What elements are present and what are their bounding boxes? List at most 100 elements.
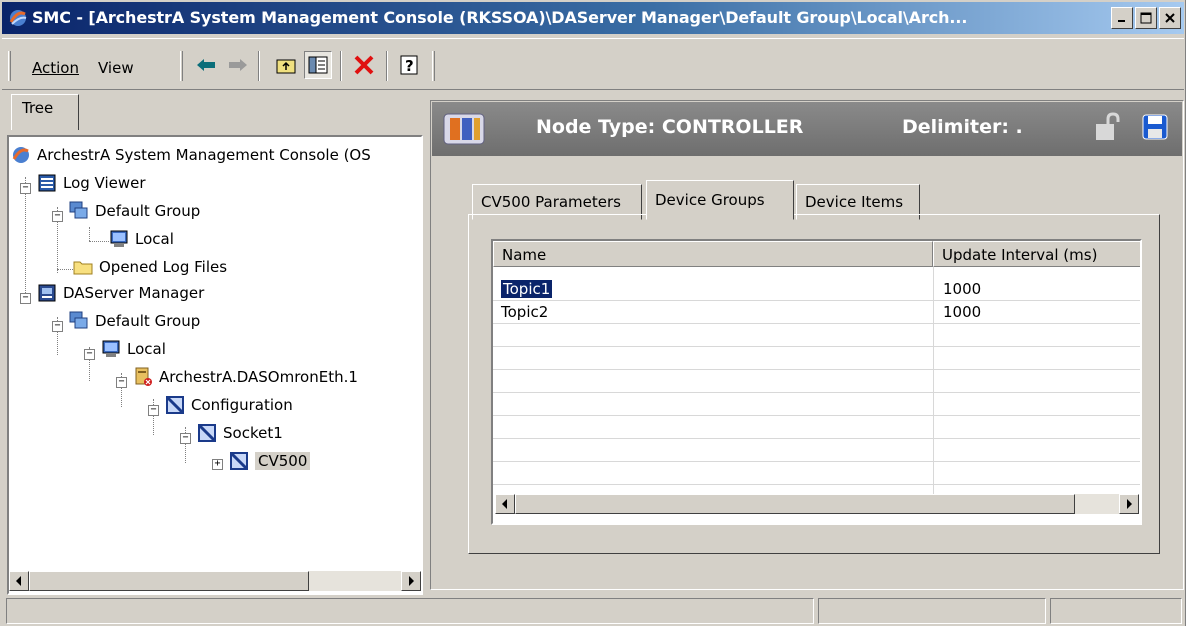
tab-tree[interactable]: Tree (11, 94, 79, 130)
tree-item-default-group[interactable]: Default Group (69, 197, 200, 225)
collapse-toggle[interactable]: − (20, 183, 31, 194)
maximize-icon (1140, 12, 1152, 24)
tree-item-cv500[interactable]: CV500 (229, 447, 311, 475)
daserver-manager-icon (38, 284, 56, 302)
computer-icon (110, 230, 128, 247)
tree-connector (57, 269, 73, 270)
toolbar-grip[interactable] (8, 51, 11, 81)
tree-item-label: Default Group (95, 202, 201, 220)
group-icon (69, 201, 88, 219)
title-bar[interactable]: SMC - [ArchestrA System Management Conso… (2, 2, 1184, 34)
help-icon: ? (400, 55, 418, 75)
tree-item-label: Opened Log Files (99, 258, 228, 276)
tree-item-label: ArchestrA System Management Console (OS (37, 146, 371, 164)
toolbar-separator (386, 51, 388, 81)
scroll-thumb[interactable] (29, 571, 309, 591)
status-panel-main (6, 598, 814, 624)
menu-toolbar: Action View ? (2, 38, 1184, 90)
maximize-button[interactable] (1135, 7, 1157, 29)
collapse-toggle[interactable]: − (52, 321, 63, 332)
collapse-toggle[interactable]: − (52, 211, 63, 222)
tab-label: CV500 Parameters (481, 193, 621, 211)
help-button[interactable]: ? (396, 51, 424, 79)
collapse-toggle[interactable]: − (180, 433, 191, 444)
svg-text:?: ? (405, 57, 414, 75)
tab-tree-label: Tree (22, 99, 54, 117)
back-arrow-icon (197, 59, 215, 71)
tree-item-configuration[interactable]: Configuration (165, 391, 293, 419)
show-hide-tree-button[interactable] (304, 51, 332, 79)
node-type-icon (443, 113, 485, 145)
tree-item-local[interactable]: Local (109, 225, 174, 253)
arrow-left-icon (16, 576, 21, 586)
tab-device-groups[interactable]: Device Groups (646, 180, 794, 220)
delete-button[interactable] (350, 51, 378, 79)
group-icon (69, 311, 88, 329)
delimiter-label: Delimiter: . (902, 116, 1023, 138)
status-panel-secondary (818, 598, 1046, 624)
delete-icon (354, 55, 374, 75)
menu-view[interactable]: View (98, 59, 134, 77)
toolbar-separator (258, 51, 260, 81)
minimize-icon (1118, 20, 1125, 22)
unlock-icon[interactable] (1092, 112, 1122, 142)
status-panel-tertiary (1050, 598, 1182, 624)
toolbar-separator (340, 51, 342, 81)
tree-item-daserver[interactable]: ArchestrA.DASOmronEth.1 (133, 363, 358, 391)
toolbar-grip[interactable] (180, 51, 183, 81)
tree-item-label: Local (135, 230, 174, 248)
tree-item-label: Configuration (191, 396, 293, 414)
smc-window: SMC - [ArchestrA System Management Conso… (0, 0, 1186, 626)
toolbar-grip[interactable] (432, 51, 435, 81)
controller-icon (230, 452, 248, 470)
node-type-label: Node Type: CONTROLLER (536, 116, 804, 138)
tree-item-daserver-manager[interactable]: DAServer Manager (37, 279, 204, 307)
tree-connector (89, 241, 109, 242)
menu-action[interactable]: Action (32, 59, 79, 77)
save-icon[interactable] (1142, 114, 1168, 140)
socket-icon (198, 424, 216, 442)
collapse-toggle[interactable]: − (84, 349, 95, 360)
tree-item-label: Socket1 (223, 424, 283, 442)
tree-item-default-group[interactable]: Default Group (69, 307, 200, 335)
tree-view[interactable]: − − − − − − − − + ArchestrA System Manag… (7, 135, 423, 595)
forward-button[interactable] (224, 51, 252, 79)
back-button[interactable] (192, 51, 220, 79)
config-icon (166, 396, 184, 414)
tree-horizontal-scrollbar[interactable] (9, 571, 421, 591)
forward-arrow-icon (229, 59, 247, 71)
log-viewer-icon (38, 174, 56, 192)
tree-item-label: ArchestrA.DASOmronEth.1 (159, 368, 358, 386)
tree-item-label: CV500 (255, 452, 311, 470)
tree-item-smc-root[interactable]: ArchestrA System Management Console (OS (11, 141, 371, 169)
status-bar (2, 596, 1184, 624)
tab-label: Device Items (805, 193, 904, 211)
tree-item-opened-log-files[interactable]: Opened Log Files (73, 253, 227, 281)
tree-item-label: DAServer Manager (63, 284, 205, 302)
collapse-toggle[interactable]: − (20, 293, 31, 304)
collapse-toggle[interactable]: − (116, 377, 127, 388)
expand-toggle[interactable]: + (212, 459, 223, 470)
tree-item-label: Log Viewer (63, 174, 146, 192)
tree-item-socket1[interactable]: Socket1 (197, 419, 283, 447)
node-header: Node Type: CONTROLLER Delimiter: . (432, 102, 1182, 156)
scroll-left-button[interactable] (9, 571, 29, 591)
tree-item-local[interactable]: Local (101, 335, 166, 363)
arrow-right-icon (409, 576, 414, 586)
smc-app-icon (9, 10, 27, 26)
tree-connector (25, 177, 26, 299)
tree-item-log-viewer[interactable]: Log Viewer (37, 169, 146, 197)
close-button[interactable] (1159, 7, 1181, 29)
collapse-toggle[interactable]: − (148, 405, 159, 416)
computer-icon (102, 340, 120, 357)
smc-icon (12, 147, 29, 163)
tree-item-label: Local (127, 340, 166, 358)
up-one-level-button[interactable] (272, 51, 300, 79)
show-hide-tree-icon (308, 56, 328, 74)
menu-action-label: Action (32, 59, 79, 77)
scroll-right-button[interactable] (401, 571, 421, 591)
tab-label: Device Groups (655, 191, 765, 209)
minimize-button[interactable] (1111, 7, 1133, 29)
up-one-level-icon (276, 59, 296, 74)
daserver-icon (135, 367, 152, 386)
